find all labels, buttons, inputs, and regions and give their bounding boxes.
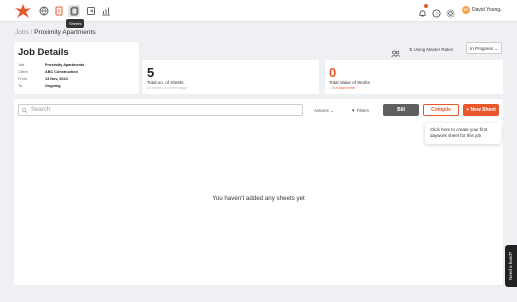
breadcrumb-parent[interactable]: Jobs (15, 29, 29, 36)
master-rates-label: Using Master Rates (413, 47, 454, 52)
bell-icon[interactable] (418, 4, 428, 23)
value-stat-card: 0 Total Value of Works ↓ 0 vs last month (325, 60, 503, 94)
username[interactable]: David Young (472, 7, 500, 13)
document-icon[interactable] (53, 5, 65, 17)
detail-label: To (18, 84, 23, 88)
search-placeholder: Search (31, 107, 51, 113)
breadcrumb: Jobs / Proximity Apartments (15, 29, 96, 36)
onboarding-hint: Click here to create your first daywork … (425, 123, 501, 144)
detail-value: 13 Nov, 2024 (45, 77, 68, 81)
page-title: Job Details (18, 47, 69, 58)
detail-value: Ongoing (45, 84, 61, 88)
export-icon[interactable] (85, 5, 97, 17)
help-tab[interactable]: Need a hand? (505, 245, 517, 287)
svg-text:?: ? (435, 11, 438, 16)
status-select[interactable]: In Progress ⌄ (466, 42, 502, 54)
chart-icon[interactable] (100, 5, 112, 17)
breadcrumb-current: Proximity Apartments (34, 29, 96, 36)
value-sub: ↓ 0 vs last month (329, 86, 356, 90)
status-value: In Progress (470, 46, 494, 51)
breadcrumb-separator: / (30, 29, 33, 36)
notification-dot (424, 4, 428, 8)
detail-label: Client (18, 70, 28, 74)
filter-icon: ▼ (351, 108, 356, 113)
tooltip: Sheets (66, 19, 85, 28)
settings-icon[interactable] (446, 5, 455, 23)
globe-icon[interactable] (38, 5, 50, 17)
detail-label: Job (18, 63, 25, 67)
sheets-stat-card: 5 Total no. of sheets 23 sheets in curre… (143, 60, 319, 94)
master-rates-toggle[interactable]: ⇅ Using Master Rates (409, 47, 453, 52)
detail-value: ABC Construction (45, 70, 78, 74)
chevron-down-icon[interactable]: ⌄ (498, 7, 502, 13)
logo-icon[interactable] (14, 3, 32, 19)
chevron-down-icon: ⌄ (494, 46, 498, 51)
search-icon (22, 108, 27, 113)
avatar[interactable]: DY (462, 6, 470, 14)
help-icon[interactable]: ? (432, 5, 441, 23)
value-sub-text: 0 vs last month (331, 86, 356, 90)
help-tab-label: Need a hand? (508, 251, 513, 280)
chevron-down-icon: ⌄ (330, 108, 334, 113)
value-label: Total Value of Works (329, 80, 370, 85)
detail-label: From (18, 77, 27, 81)
new-sheet-button[interactable]: + New Sheet (463, 104, 499, 116)
empty-state-message: You haven't added any sheets yet (212, 195, 305, 202)
search-input[interactable]: Search (18, 104, 303, 116)
sheets-icon[interactable] (68, 5, 80, 17)
actions-dropdown[interactable]: Actions ⌄ (314, 108, 334, 114)
sheets-label: Total no. of sheets (147, 80, 184, 85)
rates-icon: ⇅ (409, 47, 413, 52)
compile-button[interactable]: Compile (423, 104, 459, 116)
filters-button[interactable]: ▼ Filters (351, 108, 369, 113)
people-icon[interactable] (391, 45, 400, 58)
filters-label: Filters (356, 108, 369, 113)
bill-button[interactable]: Bill (383, 104, 419, 116)
sheets-sub: 23 sheets in current stage (147, 86, 188, 90)
actions-label: Actions (314, 108, 329, 113)
value-count: 0 (329, 65, 337, 80)
job-details-card: Job Details Job Proximity Apartments Cli… (14, 42, 139, 94)
sheets-count: 5 (147, 65, 155, 80)
detail-value: Proximity Apartments (45, 63, 85, 67)
